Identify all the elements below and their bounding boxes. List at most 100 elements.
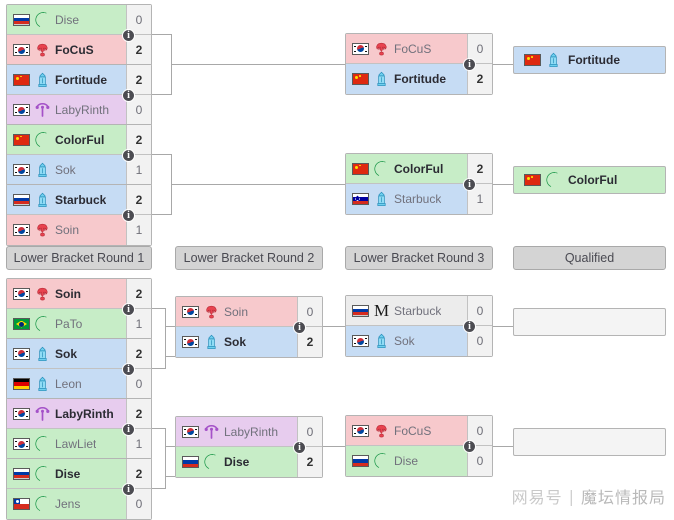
flag-russia bbox=[352, 304, 369, 317]
match-info-icon[interactable]: i bbox=[293, 441, 306, 454]
participant-cell[interactable]: Soin bbox=[7, 279, 126, 308]
participant-cell[interactable]: Sok bbox=[7, 155, 126, 185]
participant-name: Jens bbox=[55, 497, 81, 511]
nightelf-crescent-icon bbox=[546, 172, 561, 188]
qualified-slot[interactable]: ColorFul bbox=[513, 166, 666, 194]
match-box[interactable]: Dise 2 Jens 0 i bbox=[6, 458, 152, 520]
qualified-slot-empty[interactable] bbox=[513, 308, 666, 336]
nightelf-crescent-icon bbox=[374, 453, 389, 469]
participant-name: Soin bbox=[55, 223, 80, 237]
participant-cell[interactable]: FoCuS bbox=[7, 35, 126, 65]
match-info-icon[interactable]: i bbox=[122, 483, 135, 496]
human-tower-icon bbox=[35, 346, 50, 362]
match-info-icon[interactable]: i bbox=[463, 440, 476, 453]
match-box[interactable]: FoCuS 0 Dise 0 i bbox=[345, 415, 493, 477]
match-box[interactable]: LabyRinth 0 Dise 2 i bbox=[175, 416, 323, 478]
participant-name: Fortitude bbox=[55, 72, 107, 87]
participant-cell[interactable]: Sok bbox=[346, 326, 467, 356]
participant-cell[interactable]: LabyRinth bbox=[7, 399, 126, 428]
match-box[interactable]: Starbuck 2 Soin 1 i bbox=[6, 184, 152, 246]
bracket-connector-line bbox=[152, 34, 172, 35]
match-info-icon[interactable]: i bbox=[122, 303, 135, 316]
flag-south-korea bbox=[182, 305, 199, 318]
bracket-connector-line bbox=[165, 476, 175, 477]
participant-cell[interactable]: Dise bbox=[176, 447, 297, 477]
match-info-icon[interactable]: i bbox=[463, 178, 476, 191]
match-info-icon[interactable]: i bbox=[463, 58, 476, 71]
participant-name: Sok bbox=[394, 334, 415, 348]
participant-cell[interactable]: Leon bbox=[7, 369, 126, 399]
human-tower-icon bbox=[374, 333, 389, 349]
participant-name: LabyRinth bbox=[55, 103, 110, 117]
watermark-left: 网易号 bbox=[511, 488, 563, 507]
orc-claw-icon bbox=[35, 286, 50, 302]
participant-cell[interactable]: LawLiet bbox=[7, 429, 126, 459]
participant-cell[interactable]: Fortitude bbox=[7, 65, 126, 94]
participant-name: Sok bbox=[55, 163, 76, 177]
match-box[interactable]: FoCuS 0 Fortitude 2 i bbox=[345, 33, 493, 95]
participant-name: Soin bbox=[55, 286, 81, 301]
match-info-icon[interactable]: i bbox=[463, 320, 476, 333]
nightelf-crescent-icon bbox=[204, 454, 219, 470]
participant-cell[interactable]: Dise bbox=[7, 5, 126, 34]
participant-cell[interactable]: Soin bbox=[176, 297, 297, 326]
match-box[interactable]: ColorFul 2 Starbuck 1 i bbox=[345, 153, 493, 215]
participant-cell[interactable]: FoCuS bbox=[346, 416, 467, 445]
participant-cell[interactable]: PaTo bbox=[7, 309, 126, 339]
human-tower-icon bbox=[35, 192, 50, 208]
match-info-icon[interactable]: i bbox=[122, 423, 135, 436]
participant-cell[interactable]: LabyRinth bbox=[7, 95, 126, 125]
match-box[interactable]: Soin 2 PaTo 1 i bbox=[6, 278, 152, 340]
participant-name: Dise bbox=[394, 454, 419, 468]
match-box[interactable]: M Starbuck 0 Sok 0 i bbox=[345, 295, 493, 357]
participant-name: FoCuS bbox=[55, 43, 94, 57]
participant-cell[interactable]: Starbuck bbox=[7, 185, 126, 214]
participant-name: ColorFul bbox=[394, 161, 444, 176]
match-info-icon[interactable]: i bbox=[122, 29, 135, 42]
participant-cell[interactable]: Jens bbox=[7, 489, 126, 519]
nightelf-crescent-icon bbox=[35, 436, 50, 452]
participant-cell[interactable]: Sok bbox=[7, 339, 126, 368]
flag-china bbox=[352, 73, 369, 85]
qualified-slot-empty[interactable] bbox=[513, 428, 666, 456]
participant-cell[interactable]: ColorFul bbox=[7, 125, 126, 154]
participant-name: LabyRinth bbox=[55, 406, 114, 421]
match-box[interactable]: ColorFul 2 Sok 1 i bbox=[6, 124, 152, 186]
participant-cell[interactable]: FoCuS bbox=[346, 34, 467, 63]
match-info-icon[interactable]: i bbox=[122, 149, 135, 162]
participant-cell[interactable]: Starbuck bbox=[346, 184, 467, 214]
watermark-separator: | bbox=[568, 486, 575, 506]
participant-name: Starbuck bbox=[394, 303, 442, 318]
match-box[interactable]: Dise 0 FoCuS 2 i bbox=[6, 4, 152, 66]
match-box[interactable]: Soin 0 Sok 2 i bbox=[175, 296, 323, 358]
bracket-connector-line bbox=[152, 214, 172, 215]
bracket-connector-line bbox=[152, 94, 172, 95]
match-info-icon[interactable]: i bbox=[122, 89, 135, 102]
bracket-connector-line bbox=[165, 356, 175, 357]
participant-cell[interactable]: ColorFul bbox=[346, 154, 467, 183]
flag-south-korea bbox=[352, 42, 369, 55]
match-box[interactable]: Fortitude 2 LabyRinth 0 i bbox=[6, 64, 152, 126]
participant-name: Fortitude bbox=[394, 72, 446, 86]
participant-cell[interactable]: Dise bbox=[346, 446, 467, 476]
nightelf-crescent-icon bbox=[35, 11, 50, 28]
match-info-icon[interactable]: i bbox=[122, 209, 135, 222]
match-box[interactable]: Sok 2 Leon 0 i bbox=[6, 338, 152, 400]
flag-south-korea bbox=[13, 104, 30, 116]
match-info-icon[interactable]: i bbox=[293, 321, 306, 334]
qualified-slot[interactable]: Fortitude bbox=[513, 46, 666, 74]
participant-cell[interactable]: Fortitude bbox=[346, 64, 467, 94]
participant-cell[interactable]: M Starbuck bbox=[346, 296, 467, 325]
participant-cell[interactable]: Soin bbox=[7, 215, 126, 245]
watermark-right: 魔坛情报局 bbox=[580, 488, 666, 507]
participant-name: Sok bbox=[224, 335, 247, 349]
participant-cell[interactable]: Dise bbox=[7, 459, 126, 488]
bracket-connector-line bbox=[152, 154, 172, 155]
match-box[interactable]: LabyRinth 2 LawLiet 1 i bbox=[6, 398, 152, 460]
undead-random-icon bbox=[35, 102, 50, 118]
participant-cell[interactable]: Sok bbox=[176, 327, 297, 357]
participant-cell[interactable]: LabyRinth bbox=[176, 417, 297, 446]
bracket-connector-line bbox=[171, 184, 345, 185]
participant-name: Dise bbox=[55, 12, 80, 27]
match-info-icon[interactable]: i bbox=[122, 363, 135, 376]
